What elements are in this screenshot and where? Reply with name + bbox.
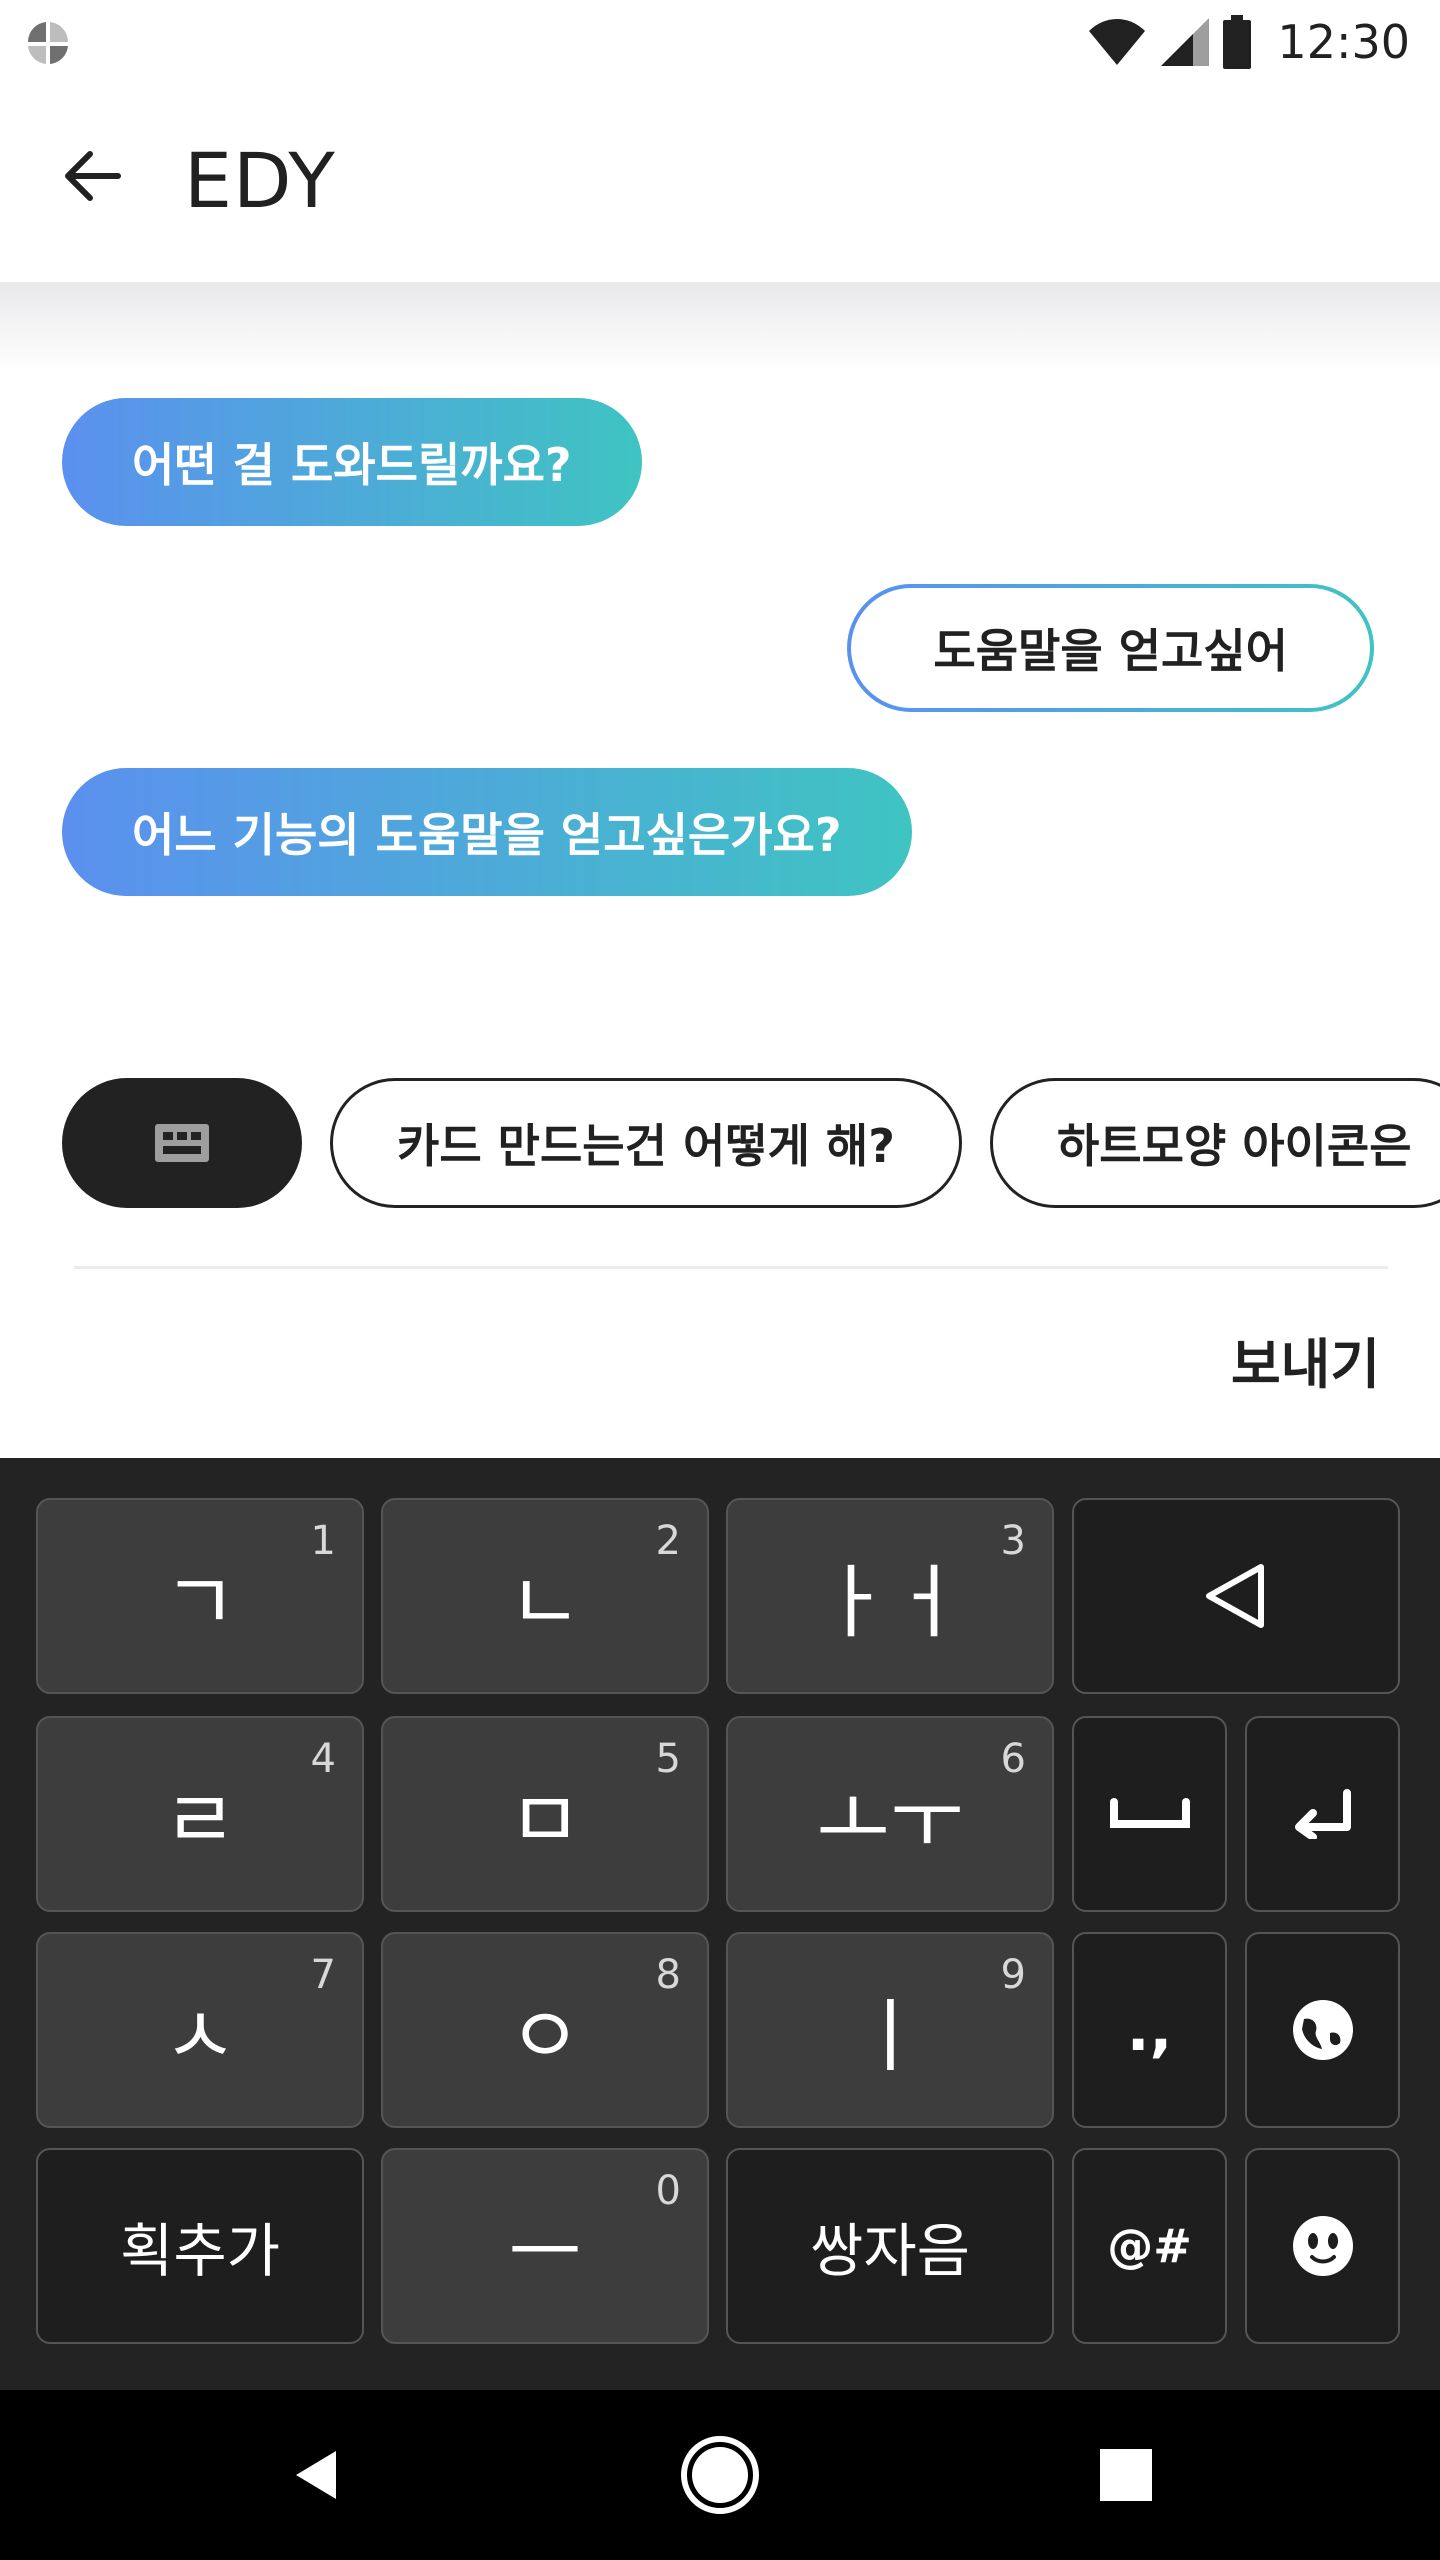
key-number: 9 xyxy=(1000,1952,1026,1998)
key-number: 7 xyxy=(310,1952,336,1998)
app-bar: EDY xyxy=(0,84,1440,282)
send-button[interactable]: 보내기 xyxy=(1231,1320,1380,1399)
suggestion-chip[interactable]: 카드 만드는건 어떻게 해? xyxy=(330,1078,962,1208)
punctuation-key[interactable]: ., xyxy=(1072,1932,1227,2128)
key-glyph: @# xyxy=(1107,2219,1192,2273)
keyboard-toggle-button[interactable] xyxy=(62,1078,302,1208)
key-glyph: ㄹ xyxy=(163,1774,237,1867)
key-number: 8 xyxy=(655,1952,681,1998)
symbol-key[interactable]: @# xyxy=(1072,2148,1227,2344)
key-eu[interactable]: ㅡ 0 xyxy=(381,2148,709,2344)
key-o-u[interactable]: ㅗㅜ 6 xyxy=(726,1716,1054,1912)
space-icon xyxy=(1109,1798,1190,1828)
double-consonant-key[interactable]: 쌍자음 xyxy=(726,2148,1054,2344)
enter-key[interactable] xyxy=(1245,1716,1400,1912)
user-message-text: 도움말을 얻고싶어 xyxy=(851,588,1370,708)
keyboard-icon xyxy=(155,1124,209,1162)
nav-recents-icon xyxy=(1100,2449,1152,2501)
user-message-bubble: 도움말을 얻고싶어 xyxy=(847,584,1374,712)
suggestion-chip[interactable]: 하트모양 아이콘은 xyxy=(989,1078,1440,1208)
key-number: 0 xyxy=(655,2168,681,2214)
app-notification-icon xyxy=(27,22,69,64)
backspace-icon xyxy=(1206,1564,1264,1628)
status-time: 12:30 xyxy=(1277,15,1410,69)
key-mieum[interactable]: ㅁ 5 xyxy=(381,1716,709,1912)
key-i[interactable]: ㅣ 9 xyxy=(726,1932,1054,2128)
nav-back-icon xyxy=(296,2451,336,2499)
key-number: 4 xyxy=(310,1736,336,1782)
battery-icon xyxy=(1223,15,1252,69)
key-ieung[interactable]: ㅇ 8 xyxy=(381,1932,709,2128)
input-divider xyxy=(74,1266,1388,1269)
key-glyph: ㅡ xyxy=(508,2206,582,2299)
key-glyph: 쌍자음 xyxy=(809,2217,971,2285)
backspace-key[interactable] xyxy=(1072,1498,1400,1694)
key-glyph: ㄱ xyxy=(163,1556,237,1649)
key-rieul[interactable]: ㄹ 4 xyxy=(36,1716,364,1912)
nav-back-button[interactable] xyxy=(266,2425,366,2525)
key-glyph: ㄴ xyxy=(508,1556,582,1649)
key-a-eo[interactable]: ㅏㅓ 3 xyxy=(726,1498,1054,1694)
app-bar-shadow xyxy=(0,282,1440,372)
key-number: 5 xyxy=(655,1736,681,1782)
key-number: 3 xyxy=(1000,1518,1026,1564)
status-bar: 12:30 xyxy=(0,0,1440,84)
key-glyph: 획추가 xyxy=(119,2217,281,2285)
key-glyph: ㅏㅓ xyxy=(816,1556,964,1649)
key-glyph: ㅣ xyxy=(853,1990,927,2083)
emoji-key[interactable] xyxy=(1245,2148,1400,2344)
enter-icon xyxy=(1294,1789,1351,1839)
key-glyph: ㅇ xyxy=(508,1990,582,2083)
key-nieun[interactable]: ㄴ 2 xyxy=(381,1498,709,1694)
nav-home-button[interactable] xyxy=(670,2425,770,2525)
key-giyeok[interactable]: ㄱ 1 xyxy=(36,1498,364,1694)
nav-recents-button[interactable] xyxy=(1076,2425,1176,2525)
key-glyph: ㅅ xyxy=(163,1990,237,2083)
status-icons: 12:30 xyxy=(1087,12,1410,72)
bot-message-bubble: 어떤 걸 도와드릴까요? xyxy=(62,398,642,526)
globe-icon xyxy=(1292,2000,1353,2060)
key-number: 6 xyxy=(1000,1736,1026,1782)
suggestion-chips: 카드 만드는건 어떻게 해? 하트모양 아이콘은 xyxy=(62,1078,1440,1208)
nav-home-icon xyxy=(681,2436,759,2514)
bot-message-bubble: 어느 기능의 도움말을 얻고싶은가요? xyxy=(62,768,912,896)
key-siot[interactable]: ㅅ 7 xyxy=(36,1932,364,2128)
space-key[interactable] xyxy=(1072,1716,1227,1912)
page-title: EDY xyxy=(184,136,336,225)
add-stroke-key[interactable]: 획추가 xyxy=(36,2148,364,2344)
key-glyph: ㅁ xyxy=(508,1774,582,1867)
keyboard: ㄱ 1 ㄴ 2 ㅏㅓ 3 ㄹ 4 ㅁ 5 ㅗㅜ 6 ㅅ 7 ㅇ 8 ㅣ 9 .,… xyxy=(0,1458,1440,2390)
key-glyph: ., xyxy=(1126,1995,1173,2065)
key-number: 2 xyxy=(655,1518,681,1564)
wifi-icon xyxy=(1089,19,1146,65)
navigation-bar xyxy=(0,2390,1440,2560)
key-number: 1 xyxy=(310,1518,336,1564)
language-key[interactable] xyxy=(1245,1932,1400,2128)
key-glyph: ㅗㅜ xyxy=(816,1774,964,1867)
back-button[interactable] xyxy=(50,134,134,218)
signal-icon xyxy=(1161,18,1210,66)
emoji-icon xyxy=(1292,2216,1353,2276)
arrow-back-icon xyxy=(65,151,121,201)
